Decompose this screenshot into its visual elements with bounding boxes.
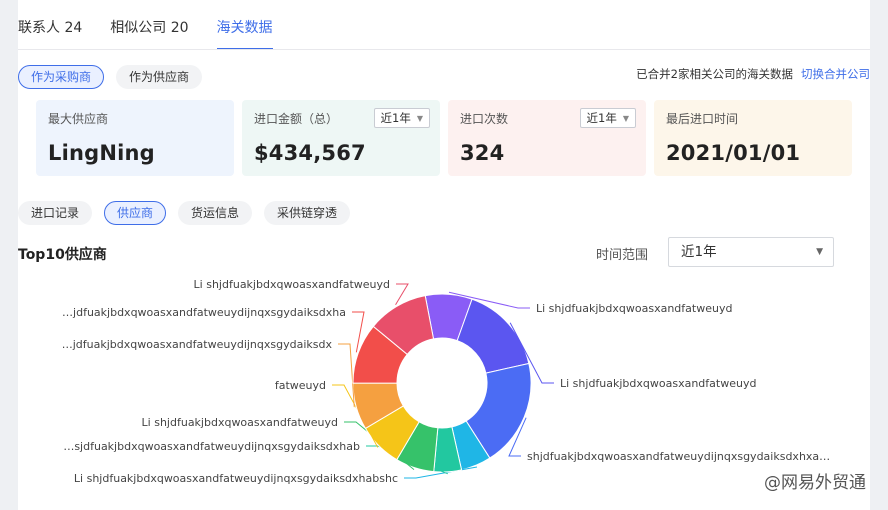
slice-label: Li shjdfuakjbdxqwoasxandfatweuydijnqxsgy…	[74, 472, 398, 485]
slice-label: Li shjdfuakjbdxqwoasxandfatweuyd	[194, 278, 390, 291]
donut-slice[interactable]	[456, 298, 530, 374]
slice-label: Li shjdfuakjbdxqwoasxandfatweuyd	[142, 416, 338, 429]
supplier-donut-chart: Li shjdfuakjbdxqwoasxandfatweuyd Li shjdf…	[62, 278, 830, 485]
watermark: @网易外贸通	[764, 473, 866, 493]
slice-label: …jdfuakjbdxqwoasxandfatweuydijnqxsgydaik…	[62, 306, 346, 319]
slice-label: Li shjdfuakjbdxqwoasxandfatweuyd	[536, 302, 732, 315]
slice-label: shjdfuakjbdxqwoasxandfatweuydijnqxsgydai…	[527, 450, 830, 463]
slice-label: fatweuyd	[275, 379, 326, 392]
slice-label: …sjdfuakjbdxqwoasxandfatweuydijnqxsgydai…	[63, 440, 360, 453]
slice-leader-line	[338, 343, 355, 408]
slice-label: …jdfuakjbdxqwoasxandfatweuydijnqxsgydaik…	[62, 338, 333, 351]
slice-label: Li shjdfuakjbdxqwoasxandfatweuyd	[560, 377, 756, 390]
